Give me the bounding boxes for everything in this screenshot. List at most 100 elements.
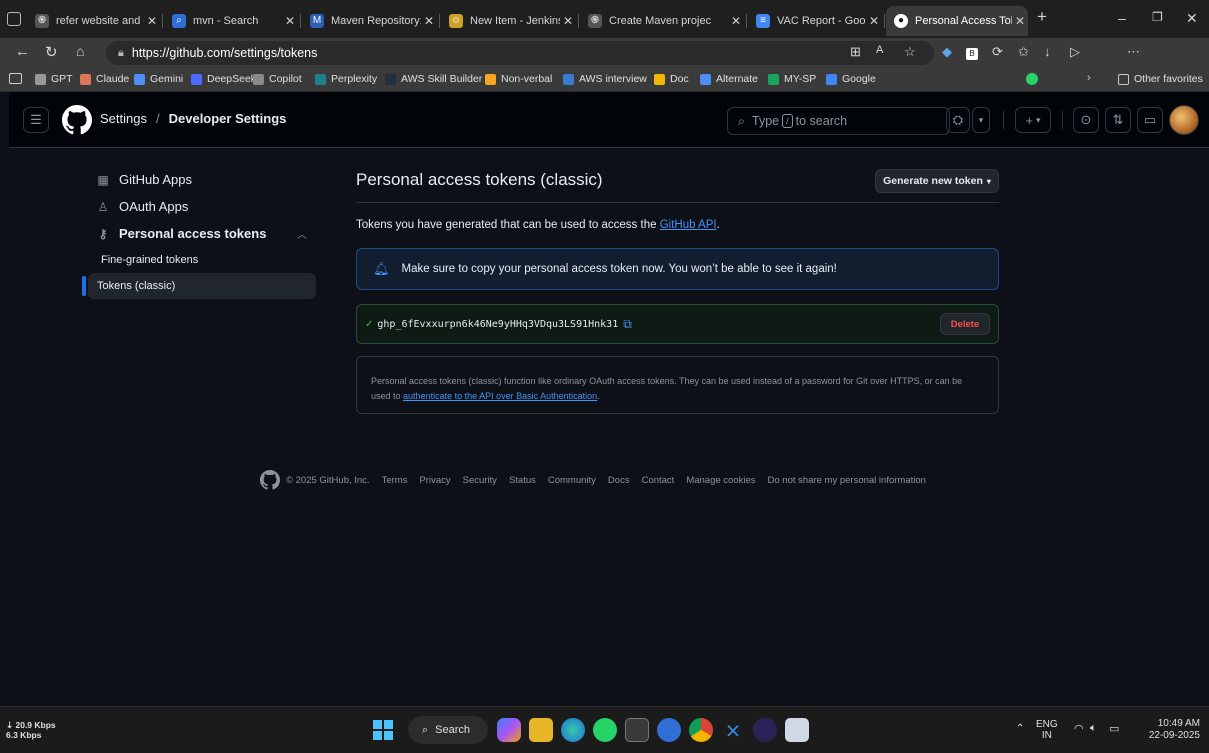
favorite-item[interactable]: GPT <box>35 73 73 85</box>
extensions-puzzle-icon[interactable]: ⟳ <box>992 44 1003 60</box>
browser-tab[interactable]: ֍ Create Maven projec ✕ <box>580 6 744 36</box>
wifi-icon[interactable]: ◠ <box>1074 722 1084 735</box>
favorite-item[interactable]: AWS Skill Builder <box>385 73 482 85</box>
extension-icon[interactable]: ◆ <box>942 44 952 60</box>
restore-button[interactable]: ❐ <box>1152 10 1163 24</box>
favorite-item[interactable]: Perplexity <box>315 73 377 85</box>
create-new-button[interactable]: + ▾ <box>1015 107 1051 133</box>
whatsapp-taskbar-icon[interactable] <box>593 718 617 742</box>
browser-tab[interactable]: M Maven Repository: o✕ <box>302 6 437 36</box>
notepad-icon[interactable] <box>785 718 809 742</box>
bitwarden-icon[interactable]: B <box>966 44 978 60</box>
inbox-icon[interactable]: ▭ <box>1137 107 1163 133</box>
footer-link[interactable]: Manage cookies <box>686 475 755 486</box>
footer-link[interactable]: Security <box>463 475 497 486</box>
token-value[interactable]: ghp_6fEvxxurpn6k46Ne9yHHq3VDqu3LS91Hnk31 <box>377 319 618 330</box>
download-icon[interactable]: ↓ <box>1044 44 1051 59</box>
favorite-item[interactable]: Gemini <box>134 73 183 85</box>
clock[interactable]: 10:49 AM 22-09-2025 <box>1142 718 1200 742</box>
eclipse-icon[interactable] <box>753 718 777 742</box>
breadcrumb-developer-settings[interactable]: Developer Settings <box>169 111 287 126</box>
github-api-link[interactable]: GitHub API <box>660 219 717 231</box>
footer-link[interactable]: Terms <box>382 475 408 486</box>
delete-token-button[interactable]: Delete <box>940 313 990 335</box>
calculator-icon[interactable] <box>625 718 649 742</box>
favorite-item[interactable]: Claude <box>80 73 129 85</box>
file-explorer-icon[interactable] <box>529 718 553 742</box>
close-tab-icon[interactable]: ✕ <box>1012 14 1028 28</box>
copilot-dropdown-button[interactable]: ▾ <box>972 107 990 133</box>
close-tab-icon[interactable]: ✕ <box>728 14 744 28</box>
more-options-icon[interactable]: ⋯ <box>1127 44 1140 60</box>
footer-link[interactable]: Status <box>509 475 536 486</box>
url-input[interactable]: 🔒︎ https://github.com/settings/tokens <box>106 41 934 65</box>
chevron-up-icon[interactable]: ︿ <box>297 226 307 241</box>
favorite-item[interactable]: Copilot <box>253 73 302 85</box>
user-avatar[interactable] <box>1169 105 1199 135</box>
search-input[interactable]: ⌕ Type / to search <box>727 107 950 135</box>
footer-link[interactable]: Privacy <box>419 475 450 486</box>
whatsapp-fav-icon[interactable] <box>1026 73 1038 85</box>
browser-tab[interactable]: ≡ VAC Report - Google✕ <box>748 6 882 36</box>
close-tab-icon[interactable]: ✕ <box>421 14 437 28</box>
copilot-taskbar-icon[interactable] <box>497 718 521 742</box>
sidebar-item-personal-access-tokens[interactable]: ⚷ Personal access tokens <box>96 226 267 241</box>
favorite-item[interactable]: Google <box>826 73 876 85</box>
chevron-up-icon[interactable]: ⌃ <box>1016 723 1024 734</box>
settings-app-icon[interactable] <box>657 718 681 742</box>
close-window-button[interactable]: ✕ <box>1186 10 1198 27</box>
reader-mode-icon[interactable]: ⊞ <box>850 44 861 60</box>
generate-new-token-button[interactable]: Generate new token ▾ <box>875 169 999 193</box>
sidebar-item-github-apps[interactable]: ▦ GitHub Apps <box>96 172 192 187</box>
refresh-icon[interactable]: ↻ <box>45 43 58 61</box>
footer-link[interactable]: Community <box>548 475 596 486</box>
taskbar-search[interactable]: ⌕ Search <box>408 716 488 744</box>
input-language[interactable]: ENG IN <box>1036 719 1058 741</box>
vscode-icon[interactable]: ⨯ <box>721 718 745 742</box>
chevron-right-icon[interactable]: › <box>1087 72 1091 84</box>
github-footer-logo-icon[interactable] <box>260 470 280 490</box>
close-tab-icon[interactable]: ✕ <box>144 14 160 28</box>
share-icon[interactable]: ▷ <box>1070 44 1080 60</box>
new-tab-button[interactable]: + <box>1037 7 1047 27</box>
copy-icon[interactable]: ⧉ <box>623 317 632 332</box>
home-icon[interactable]: ⌂ <box>76 43 84 59</box>
favorite-star-icon[interactable]: ☆ <box>904 44 916 60</box>
back-icon[interactable]: ← <box>15 43 30 60</box>
favorite-item[interactable]: Non-verbal <box>485 73 552 85</box>
volume-icon[interactable]: 🔈︎ <box>1090 722 1097 735</box>
basic-auth-link[interactable]: authenticate to the API over Basic Authe… <box>403 391 597 401</box>
copilot-button[interactable]: ⛭ <box>946 107 970 133</box>
issues-icon[interactable]: ⊙ <box>1073 107 1099 133</box>
other-favorites[interactable]: Other favorites <box>1118 73 1203 85</box>
favorite-item[interactable]: AWS interview <box>563 73 647 85</box>
favorite-item[interactable]: Doc <box>654 73 689 85</box>
close-tab-icon[interactable]: ✕ <box>282 14 298 28</box>
breadcrumb-settings[interactable]: Settings <box>100 111 147 126</box>
favorite-item[interactable]: DeepSeek <box>191 73 256 85</box>
favorites-icon[interactable]: ✩ <box>1018 44 1029 60</box>
footer-link[interactable]: Contact <box>642 475 675 486</box>
footer-link[interactable]: Docs <box>608 475 630 486</box>
read-aloud-icon[interactable]: A <box>876 44 883 56</box>
github-logo-icon[interactable] <box>62 105 92 135</box>
chrome-icon[interactable] <box>689 718 713 742</box>
browser-tab[interactable]: ⌕ mvn - Search ✕ <box>164 6 298 36</box>
browser-tab[interactable]: ● Personal Access Toke ✕ <box>886 6 1028 36</box>
workspaces-icon[interactable] <box>7 12 21 26</box>
hamburger-menu-button[interactable]: ☰ <box>23 107 49 133</box>
favorite-item[interactable]: Alternate <box>700 73 758 85</box>
browser-tab[interactable]: ֍ refer website and giv✕ <box>27 6 160 36</box>
browser-tab[interactable]: ☺ New Item - Jenkins ✕ <box>441 6 576 36</box>
edge-taskbar-icon[interactable] <box>561 718 585 742</box>
pull-requests-icon[interactable]: ⇅ <box>1105 107 1131 133</box>
battery-icon[interactable]: ▭ <box>1109 722 1119 735</box>
collections-icon[interactable] <box>9 73 22 84</box>
sidebar-subitem-fine-grained-tokens[interactable]: Fine-grained tokens <box>92 247 320 273</box>
minimize-button[interactable]: – <box>1118 10 1126 26</box>
close-tab-icon[interactable]: ✕ <box>866 14 882 28</box>
sidebar-subitem-tokens-classic[interactable]: Tokens (classic) <box>88 273 316 299</box>
sidebar-item-oauth-apps[interactable]: ♙ OAuth Apps <box>96 199 189 214</box>
footer-link[interactable]: Do not share my personal information <box>768 475 926 486</box>
favorite-item[interactable]: MY-SP <box>768 73 816 85</box>
